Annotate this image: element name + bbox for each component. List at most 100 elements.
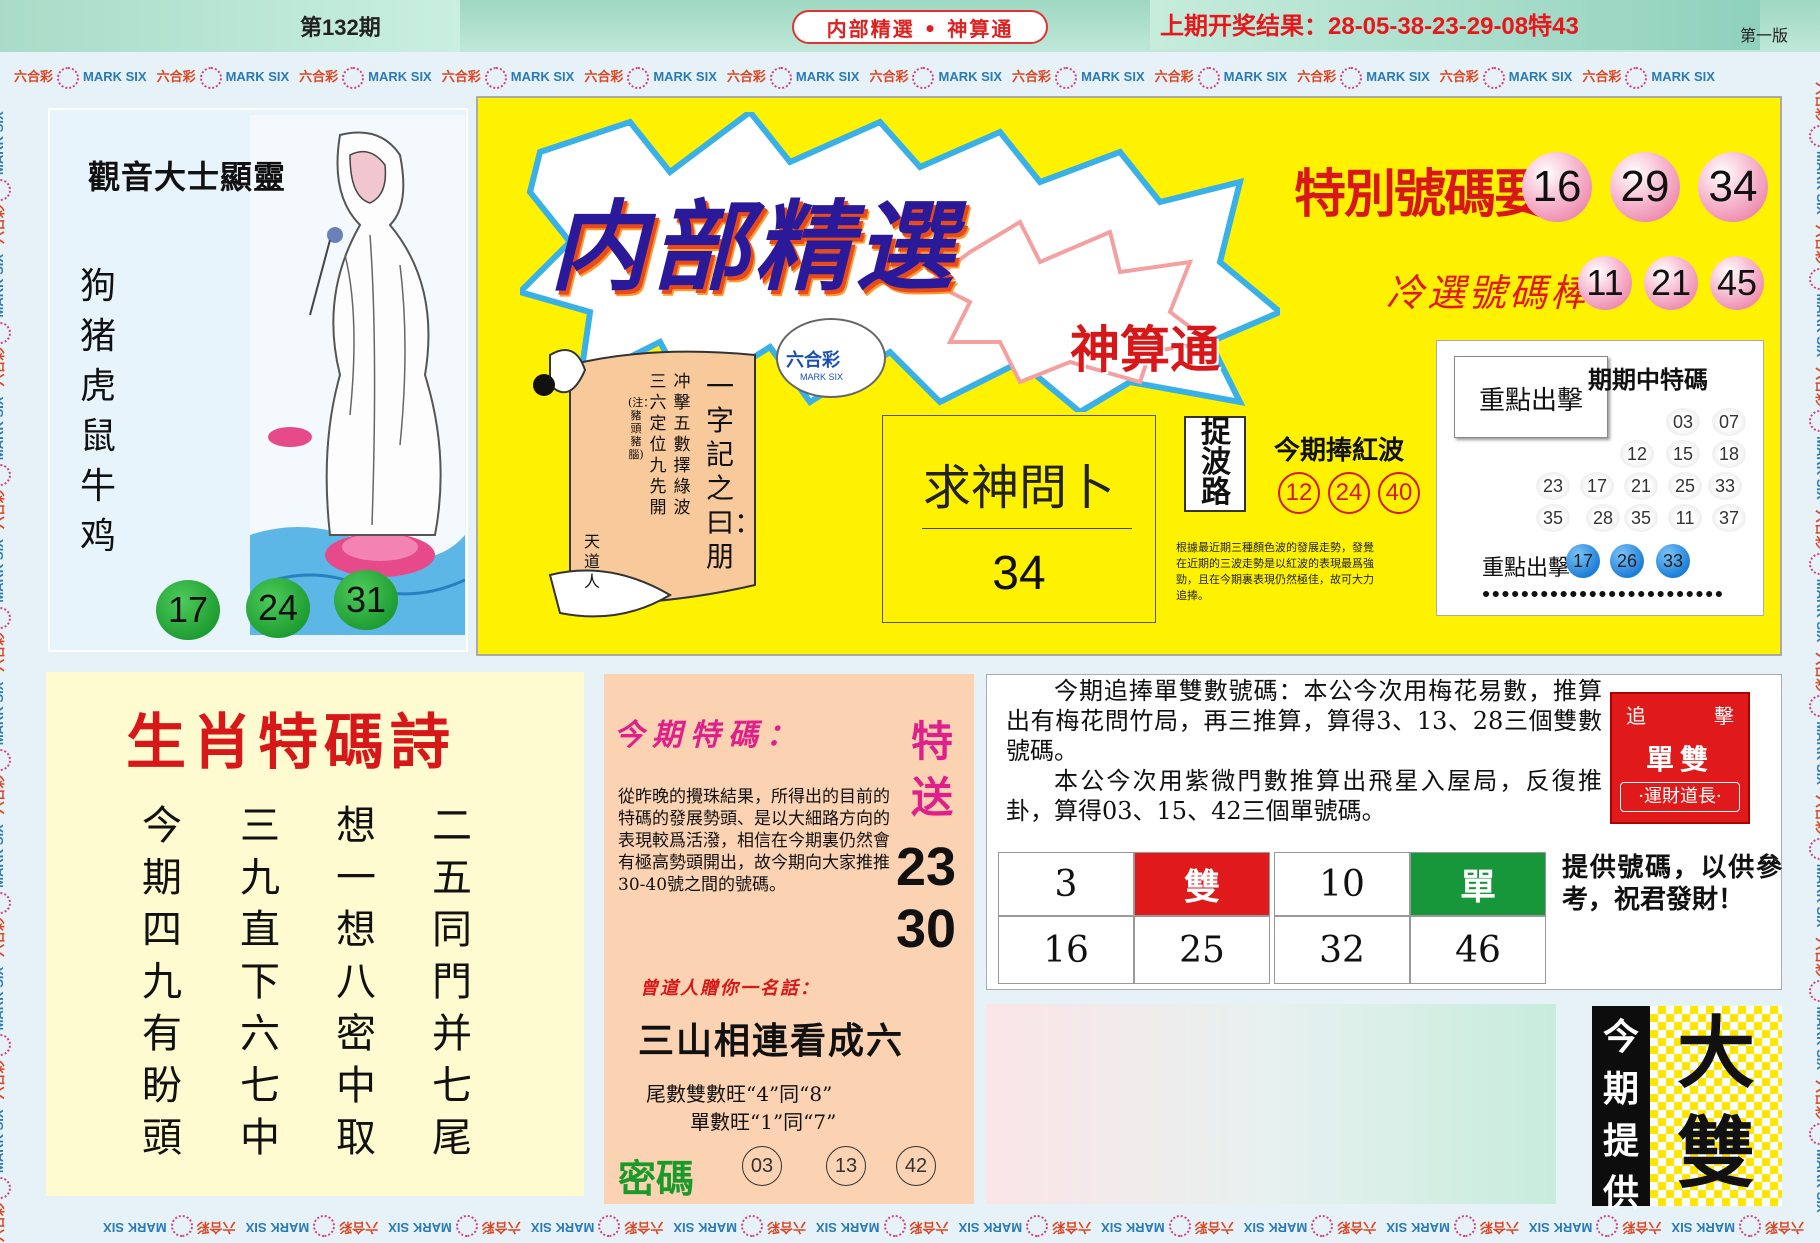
grid-ball: 25 [1668, 472, 1702, 500]
logo-text-en: MARK SIX [800, 372, 844, 382]
brand-text-cn: 六合彩 [14, 69, 54, 84]
page-label: 第一版 [1740, 28, 1789, 45]
brand-text-cn: 六合彩 [0, 1060, 6, 1100]
flower-icon [313, 1215, 336, 1238]
flower-icon [1809, 125, 1820, 148]
flower-icon [0, 749, 11, 772]
strike-ball-3: 33 [1656, 544, 1690, 578]
brand-text-en: MARK SIX [0, 1109, 6, 1173]
wave-road-label: 捉波路 [1201, 415, 1231, 510]
brand-text-en: MARK SIX [0, 111, 6, 175]
dotted-divider [1483, 591, 1731, 597]
divine-number: 34 [992, 547, 1046, 600]
brand-text-en: MARK SIX [0, 824, 6, 888]
cold-ball-3: 45 [1710, 256, 1764, 310]
grid-ball: 11 [1668, 504, 1702, 532]
secret-ball-1: 03 [742, 1146, 782, 1186]
brand-strip-top: 六合彩 MARK SIX 六合彩 MARK SIX 六合彩 MARK SIX 六合彩 MARK… [14, 66, 1804, 92]
gift-saying-label: 曾道人贈你一名話： [640, 978, 820, 999]
brand-text-cn: 六合彩 [196, 1220, 236, 1235]
flower-icon [1738, 1215, 1761, 1238]
flower-icon [0, 891, 11, 914]
logo-text-cn: 六合彩 [786, 350, 840, 370]
guanyin-ball-2: 24 [246, 578, 310, 638]
flower-icon [0, 321, 11, 344]
red-wave-ball-1: 12 [1278, 472, 1320, 514]
special-number-label: 特別號碼要 [1294, 165, 1546, 225]
special-code-title: 今期特碼： [614, 718, 804, 753]
brand-text-en: MARK SIX [1366, 69, 1430, 84]
flower-icon [0, 464, 11, 487]
even-cell: 16 [998, 916, 1134, 984]
brand-text-cn: 六合彩 [1814, 509, 1820, 549]
poem-column-3: 想一想八密中取 [336, 803, 376, 1161]
strike-ball-2: 26 [1610, 544, 1644, 578]
brand-text-cn: 六合彩 [299, 69, 339, 84]
flower-icon [1809, 1123, 1820, 1146]
brand-text-en: MARK SIX [673, 1220, 737, 1235]
odd-cell: 32 [1274, 916, 1410, 984]
special-send-number-2: 30 [896, 899, 957, 959]
brand-text-en: MARK SIX [1814, 863, 1820, 928]
brand-strip-right: 六合彩 MARK SIX 六合彩 MARK SIX 六合彩 MARK SIX 六合彩 MARK… [1808, 82, 1820, 1242]
brand-text-en: MARK SIX [1081, 69, 1145, 84]
flower-icon [342, 66, 365, 89]
badge-left-char: 追 [1626, 704, 1646, 728]
brand-text-cn: 六合彩 [726, 69, 766, 84]
special-ball-1: 16 [1522, 152, 1592, 222]
flower-icon [1340, 66, 1363, 89]
cold-number-label: 冷選號碼棒 [1386, 271, 1592, 315]
special-ball-3: 34 [1698, 152, 1768, 222]
scroll-line-1: 冲擊五數擇綠波 [673, 372, 691, 518]
flower-icon [199, 66, 222, 89]
brand-text-en: MARK SIX [0, 396, 6, 461]
flower-icon [1197, 66, 1220, 89]
brand-text-cn: 六合彩 [1814, 224, 1820, 264]
grid-ball: 07 [1712, 408, 1746, 436]
flower-icon [1809, 552, 1820, 575]
brand-text-en: MARK SIX [1814, 578, 1820, 643]
brand-text-en: MARK SIX [815, 1220, 880, 1235]
period-special-title: 期期中特碼 [1588, 366, 1708, 394]
focus-label: 重點出擊 [1478, 386, 1583, 416]
poem-column-1: 今期四九有盼頭 [142, 803, 182, 1161]
grid-ball: 03 [1666, 408, 1700, 436]
brand-text-en: MARK SIX [1814, 1006, 1820, 1071]
guanyin-zodiac-list: 狗猪虎鼠牛鸡 [80, 266, 117, 557]
brand-text-cn: 六合彩 [339, 1220, 379, 1235]
flower-icon [1026, 1215, 1049, 1238]
flower-icon [1168, 1215, 1191, 1238]
scroll-line-2: 三六定位九先開 [649, 372, 667, 518]
header-left-band [0, 0, 460, 52]
even-label-cell: 雙 [1134, 852, 1270, 916]
brand-text-cn: 六合彩 [0, 917, 6, 957]
guanyin-title: 觀音大士顯靈 [88, 158, 287, 196]
grid-ball: 21 [1624, 472, 1658, 500]
odd-label-cell: 單 [1410, 852, 1546, 916]
brand-text-en: MARK SIX [103, 1220, 167, 1235]
brand-text-en: MARK SIX [1651, 69, 1715, 84]
brand-text-en: MARK SIX [795, 69, 860, 84]
flower-icon [1809, 410, 1820, 433]
brand-text-cn: 六合彩 [1439, 69, 1479, 84]
flower-icon [484, 66, 507, 89]
divine-title: 求神問卜 [922, 460, 1115, 516]
brand-text-cn: 六合彩 [584, 69, 624, 84]
brand-text-cn: 六合彩 [1814, 794, 1820, 834]
red-wave-ball-2: 24 [1328, 472, 1370, 514]
brand-text-cn: 六合彩 [481, 1220, 521, 1235]
flower-icon [598, 1215, 621, 1238]
brand-text-cn: 六合彩 [0, 632, 6, 672]
poem-title: 生肖特碼詩 [126, 708, 456, 778]
odd-cell: 10 [1274, 852, 1410, 916]
brand-text-en: MARK SIX [1671, 1220, 1735, 1235]
secret-ball-3: 42 [896, 1146, 936, 1186]
main-title: 内部精選 [543, 191, 980, 305]
brand-text-cn: 六合彩 [624, 1220, 664, 1235]
secret-ball-2: 13 [826, 1146, 866, 1186]
header-pill-title: 内部精選 • 神算通 [792, 10, 1048, 44]
brand-text-en: MARK SIX [0, 539, 6, 603]
main-subtitle: 神算通 [1070, 321, 1220, 379]
brand-text-en: MARK SIX [1814, 1149, 1820, 1213]
flower-icon [1809, 837, 1820, 860]
